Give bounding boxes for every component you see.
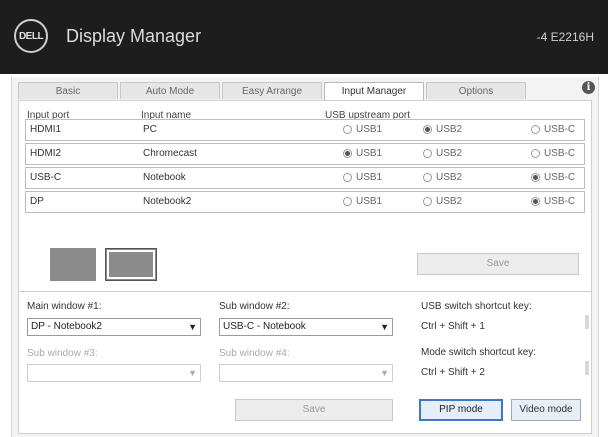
usb-radio-label: USB-C [544,172,576,183]
sub-window-4-select[interactable]: ▼ [219,364,393,382]
usb-radio-label: USB2 [436,124,463,135]
usb-radio-label: USB1 [356,148,383,159]
layout-pip-swatch[interactable] [105,248,157,281]
title-bar: DELL Display Manager -4 E2216H [0,0,608,74]
input-port: HDMI2 [30,148,62,159]
usb-radio-label: USB1 [356,172,383,183]
usb-radio[interactable] [531,173,540,182]
info-icon[interactable]: i [582,81,595,94]
usb-hotkey-scrollbar[interactable] [585,315,589,329]
pip-mode-button[interactable]: PIP mode [419,399,503,421]
input-row: DP Notebook2 USB1 USB2 USB-C [25,191,585,213]
usb-radio[interactable] [423,149,432,158]
usb-radio-label: USB-C [544,196,576,207]
input-row: HDMI2 Chromecast USB1 USB2 USB-C [25,143,585,165]
dell-logo: DELL [14,19,48,53]
input-port: DP [30,196,44,207]
usb-radio[interactable] [531,197,540,206]
chevron-down-icon: ▼ [380,322,389,332]
tab-options[interactable]: Options [426,82,526,99]
input-name[interactable]: Notebook2 [143,196,191,207]
mode-hotkey-label: Mode switch shortcut key: [421,347,537,358]
sub-window-3-label: Sub window #3: [27,348,98,359]
input-row: HDMI1 PC USB1 USB2 USB-C [25,119,585,141]
chevron-down-icon: ▼ [380,368,389,378]
section-divider [19,291,591,292]
usb-radio[interactable] [343,197,352,206]
tab-easy-arrange[interactable]: Easy Arrange [222,82,322,99]
tab-auto-mode[interactable]: Auto Mode [120,82,220,99]
usb-radio[interactable] [531,125,540,134]
save-mode-button[interactable]: Save [235,399,393,421]
usb-radio-label: USB1 [356,124,383,135]
usb-radio-label: USB2 [436,148,463,159]
input-port: USB-C [30,172,62,183]
input-name[interactable]: Chromecast [143,148,197,159]
usb-radio-label: USB2 [436,172,463,183]
sub-window-2-value: USB-C - Notebook [223,321,306,332]
usb-radio[interactable] [343,149,352,158]
usb-radio-label: USB2 [436,196,463,207]
tab-bar: Basic Auto Mode Easy Arrange Input Manag… [18,82,528,101]
tab-input-manager[interactable]: Input Manager [324,82,424,101]
main-window-select[interactable]: DP - Notebook2 ▼ [27,318,201,336]
sub-window-2-select[interactable]: USB-C - Notebook ▼ [219,318,393,336]
main-window-label: Main window #1: [27,301,102,312]
video-mode-button[interactable]: Video mode [511,399,581,421]
mode-hotkey-scrollbar[interactable] [585,361,589,375]
usb-radio-label: USB-C [544,124,576,135]
usb-radio-label: USB1 [356,196,383,207]
tab-basic[interactable]: Basic [18,82,118,99]
chevron-down-icon: ▼ [188,368,197,378]
usb-radio-label: USB-C [544,148,576,159]
input-row: USB-C Notebook USB1 USB2 USB-C [25,167,585,189]
usb-radio[interactable] [343,125,352,134]
app-title: Display Manager [66,26,202,46]
mode-hotkey-field[interactable]: Ctrl + Shift + 2 [421,367,485,378]
main-panel: Basic Auto Mode Easy Arrange Input Manag… [11,77,599,437]
input-name[interactable]: PC [143,124,157,135]
input-port: HDMI1 [30,124,62,135]
save-input-button[interactable]: Save [417,253,579,275]
usb-radio[interactable] [423,173,432,182]
usb-radio[interactable] [423,197,432,206]
main-window-value: DP - Notebook2 [31,321,102,332]
input-name[interactable]: Notebook [143,172,186,183]
layout-single-swatch[interactable] [50,248,96,281]
chevron-down-icon: ▼ [188,322,197,332]
monitor-info: -4 E2216H [536,30,594,44]
usb-hotkey-label: USB switch shortcut key: [421,301,532,312]
usb-radio[interactable] [343,173,352,182]
usb-hotkey-field[interactable]: Ctrl + Shift + 1 [421,321,485,332]
sub-window-2-label: Sub window #2: [219,301,290,312]
usb-radio[interactable] [531,149,540,158]
sub-window-4-label: Sub window #4: [219,348,290,359]
input-manager-content: Input port Input name USB upstream port … [18,100,592,434]
sub-window-3-select[interactable]: ▼ [27,364,201,382]
usb-radio[interactable] [423,125,432,134]
